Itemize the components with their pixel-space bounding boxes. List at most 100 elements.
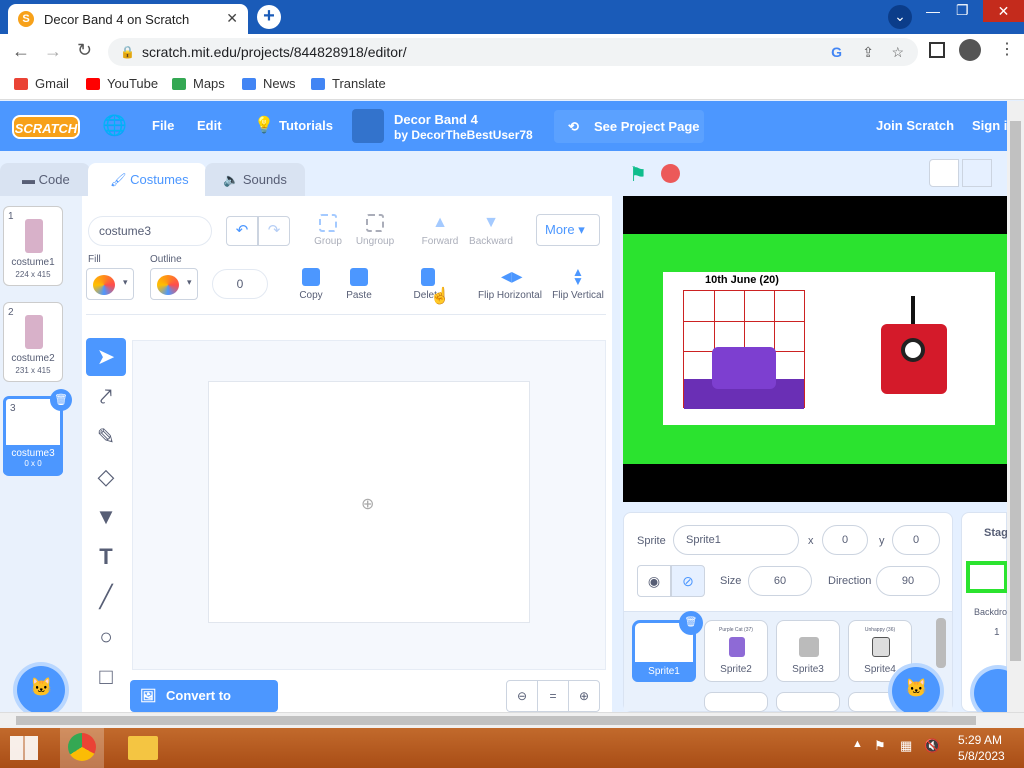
join-scratch-link[interactable]: Join Scratch xyxy=(876,101,954,151)
small-stage-icon[interactable] xyxy=(929,159,959,187)
more-button[interactable]: More ▾ xyxy=(536,214,600,246)
scratch-logo[interactable]: SCRATCH xyxy=(12,115,80,139)
direction-input[interactable]: 90 xyxy=(876,566,940,596)
bookmark-star-icon[interactable]: ☆ xyxy=(891,38,904,66)
fill-color-picker[interactable]: ▾ xyxy=(86,268,134,300)
vertical-scroll-thumb[interactable] xyxy=(1010,121,1021,661)
reload-icon[interactable]: ↻ xyxy=(77,40,92,61)
page-vertical-scrollbar[interactable] xyxy=(1007,101,1024,712)
sprite-tile[interactable] xyxy=(776,692,840,712)
brush-tool[interactable]: ✎ xyxy=(86,418,126,456)
flip-horizontal-button[interactable]: ◀▶ Flip Horizontal xyxy=(476,268,544,301)
close-window-icon[interactable]: ✕ xyxy=(983,0,1024,22)
network-icon[interactable]: ▦ xyxy=(900,738,912,754)
sprite-name-input[interactable]: Sprite1 xyxy=(673,525,799,555)
zoom-out-icon[interactable]: ⊖ xyxy=(506,680,538,712)
sprite-tile[interactable] xyxy=(704,692,768,712)
tab-sounds[interactable]: 🔈 Sounds xyxy=(205,163,305,197)
url-field[interactable]: 🔒 scratch.mit.edu/projects/844828918/edi… xyxy=(108,38,918,66)
artboard[interactable]: ⊕ xyxy=(208,381,530,623)
normal-stage-icon[interactable] xyxy=(962,159,992,187)
fill-tool[interactable]: ▼ xyxy=(86,498,126,536)
sign-in-link[interactable]: Sign in xyxy=(972,101,1007,151)
ungroup-button[interactable]: Ungroup xyxy=(352,214,398,247)
file-explorer-icon[interactable] xyxy=(128,736,158,760)
menu-dots-icon[interactable]: ⋮ xyxy=(999,39,1015,59)
green-flag-icon[interactable]: ⚑ xyxy=(629,162,647,187)
bookmark-translate[interactable]: Translate xyxy=(311,76,386,91)
delete-costume-icon[interactable]: 🗑 xyxy=(50,389,72,411)
share-icon[interactable]: ⇪ xyxy=(862,38,874,66)
see-project-page-button[interactable]: ⟲ See Project Page xyxy=(554,110,704,143)
tray-up-icon[interactable]: ▲ xyxy=(852,738,863,750)
costume-item[interactable]: 1 costume1 224 x 415 xyxy=(3,206,63,286)
text-tool[interactable]: T xyxy=(86,538,126,576)
stop-icon[interactable] xyxy=(661,164,680,183)
forward-icon[interactable]: → xyxy=(44,41,62,62)
outline-color-picker[interactable]: ▾ xyxy=(150,268,198,300)
copy-button[interactable]: Copy xyxy=(294,268,328,301)
google-icon[interactable]: G xyxy=(831,38,842,66)
size-input[interactable]: 60 xyxy=(748,566,812,596)
file-menu[interactable]: File xyxy=(152,101,174,151)
bookmark-youtube[interactable]: YouTube xyxy=(86,76,158,91)
tab-search-icon[interactable]: ⌄ xyxy=(888,5,912,29)
restore-icon[interactable]: ❐ xyxy=(956,2,969,19)
bookmark-maps[interactable]: Maps xyxy=(172,76,225,91)
side-panel-icon[interactable] xyxy=(929,42,945,58)
x-input[interactable]: 0 xyxy=(822,525,868,555)
convert-to-bitmap-button[interactable]: 🖼 Convert to Bitmap xyxy=(130,680,278,735)
new-tab-button[interactable]: + xyxy=(257,5,281,29)
page-horizontal-scrollbar[interactable] xyxy=(0,712,1024,728)
minimize-icon[interactable]: — xyxy=(926,3,940,19)
project-title[interactable]: Decor Band 4 xyxy=(394,112,478,127)
project-author[interactable]: by DecorTheBestUser78 xyxy=(394,128,533,142)
costume-item[interactable]: 2 costume2 231 x 415 xyxy=(3,302,63,382)
bookmark-news[interactable]: News xyxy=(242,76,296,91)
select-tool[interactable]: ➤ xyxy=(86,338,126,376)
line-tool[interactable]: ╱ xyxy=(86,578,126,616)
language-globe-icon[interactable]: 🌐 xyxy=(102,101,127,151)
taskbar-chrome-button[interactable] xyxy=(60,728,104,768)
zoom-reset-button[interactable]: = xyxy=(537,680,569,712)
windows-start-icon[interactable] xyxy=(10,736,38,760)
browser-tab[interactable]: S Decor Band 4 on Scratch ✕ xyxy=(8,4,248,34)
close-tab-icon[interactable]: ✕ xyxy=(226,10,238,27)
eraser-tool[interactable]: ◇ xyxy=(86,458,126,496)
sprite-list-scrollbar[interactable] xyxy=(936,618,946,668)
backward-button[interactable]: ▼ Backward xyxy=(466,214,516,247)
sprite-tile[interactable]: Sprite3 xyxy=(776,620,840,682)
rectangle-tool[interactable]: □ xyxy=(86,658,126,696)
stage[interactable]: 10th June (20) xyxy=(623,196,1007,502)
choose-sprite-button[interactable]: 🐱 xyxy=(892,667,940,715)
back-icon[interactable]: ← xyxy=(12,41,30,62)
profile-icon[interactable] xyxy=(959,39,981,61)
forward-button[interactable]: ▲ Forward xyxy=(418,214,462,247)
bookmark-gmail[interactable]: Gmail xyxy=(14,76,69,91)
clock-time[interactable]: 5:29 AM xyxy=(958,733,1002,747)
hide-eye-icon[interactable]: ⊘ xyxy=(671,565,705,597)
costume-name-input[interactable]: costume3 xyxy=(88,216,212,246)
sprite-tile-selected[interactable]: Sprite1 🗑 xyxy=(632,611,703,682)
y-input[interactable]: 0 xyxy=(892,525,940,555)
undo-button[interactable]: ↶ xyxy=(226,216,258,246)
stage-selector-pane[interactable]: Stage Backdrops 1 xyxy=(961,512,1022,717)
clock-date[interactable]: 5/8/2023 xyxy=(958,749,1005,763)
flag-tray-icon[interactable]: ⚑ xyxy=(874,738,886,754)
zoom-in-icon[interactable]: ⊕ xyxy=(568,680,600,712)
redo-button[interactable]: ↷ xyxy=(258,216,290,246)
circle-tool[interactable]: ○ xyxy=(86,618,126,656)
sprite-tile[interactable]: Purple Cat (37) Sprite2 xyxy=(704,620,768,682)
outline-width-input[interactable]: 0 xyxy=(212,269,268,299)
tab-costumes[interactable]: 🖌 Costumes xyxy=(88,163,206,197)
paste-button[interactable]: Paste xyxy=(342,268,376,301)
tab-code[interactable]: ▬ Code xyxy=(0,163,90,197)
tutorials-button[interactable]: Tutorials xyxy=(279,101,333,151)
costume-item-selected[interactable]: 3 costume3 0 x 0 🗑 xyxy=(3,389,72,476)
volume-muted-icon[interactable]: 🔇 xyxy=(924,738,940,754)
reshape-tool[interactable]: ⤤ xyxy=(86,378,126,416)
edit-menu[interactable]: Edit xyxy=(197,101,222,151)
choose-costume-button[interactable]: 🐱 xyxy=(17,666,65,714)
horizontal-scroll-thumb[interactable] xyxy=(16,716,976,725)
group-button[interactable]: Group xyxy=(308,214,348,247)
